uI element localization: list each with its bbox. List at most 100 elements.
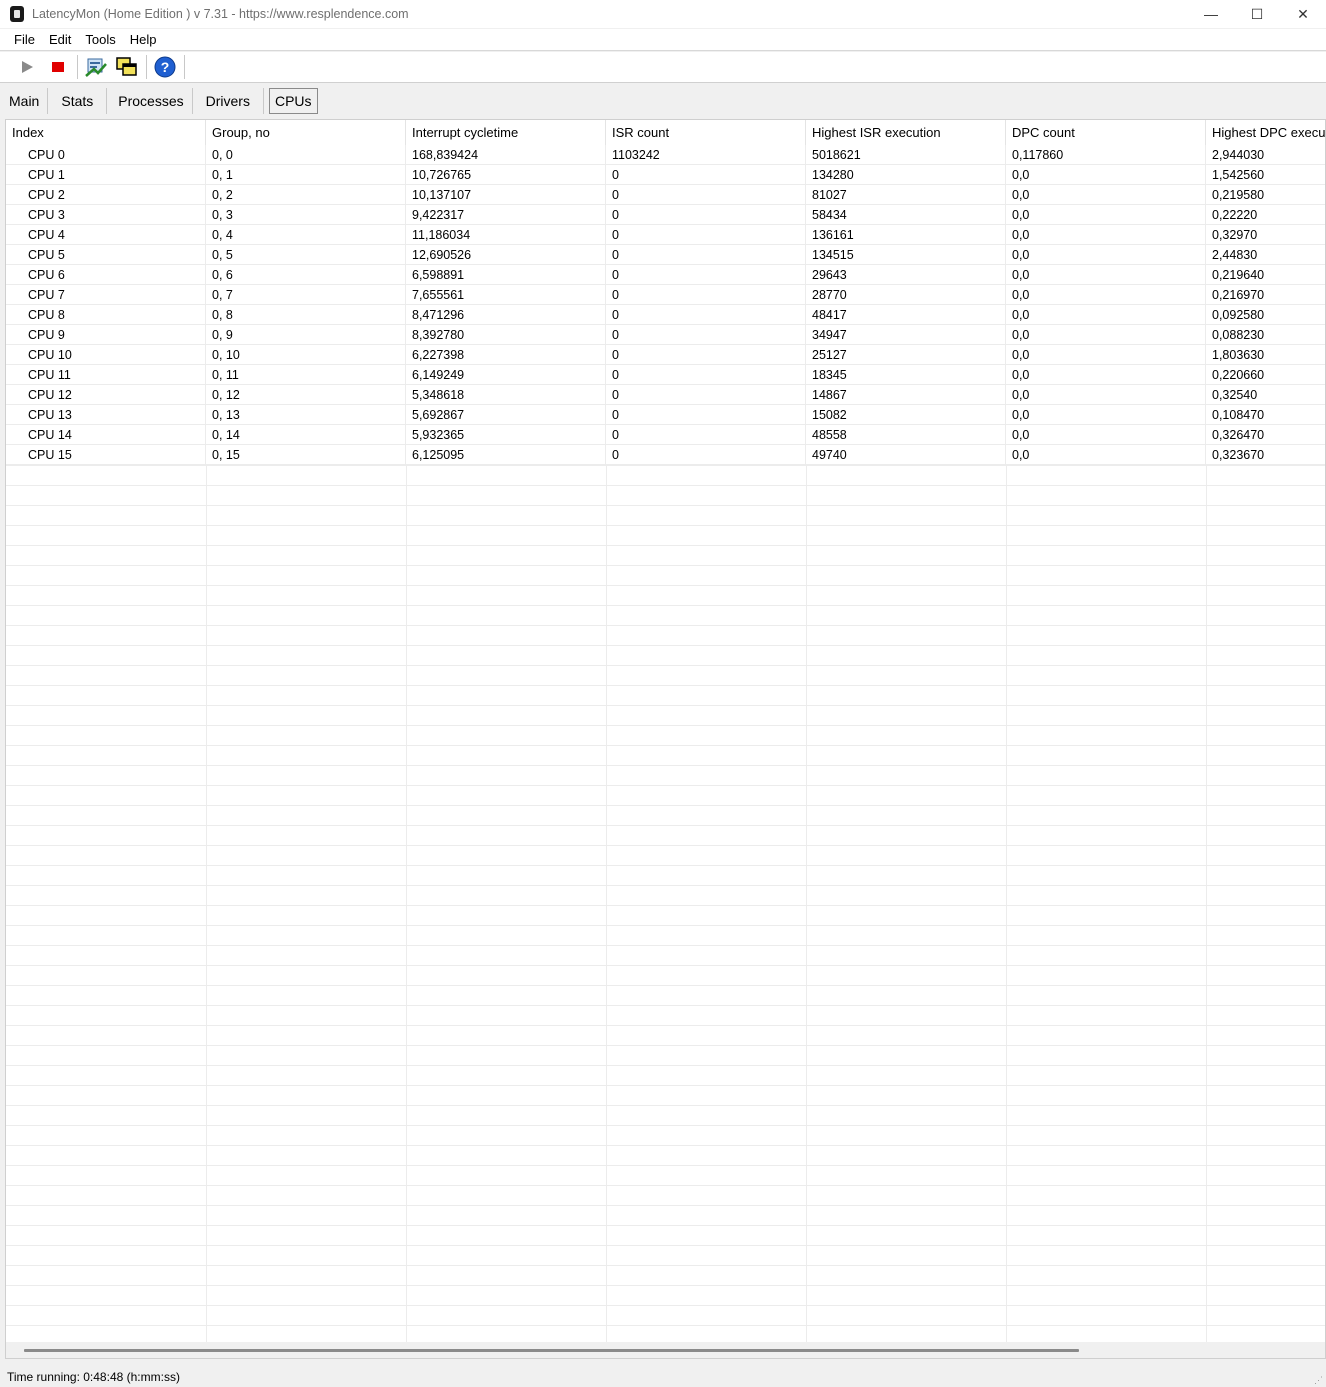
scrollbar-thumb[interactable] — [24, 1349, 1079, 1352]
table-cell: 0 — [606, 185, 806, 205]
toolbar: ? — [0, 52, 1326, 83]
table-row[interactable]: CPU 13 0, 13 5,692867 0 15082 0,0 0,108470 — [6, 405, 1325, 425]
horizontal-scrollbar[interactable] — [6, 1342, 1325, 1358]
start-icon — [22, 61, 33, 73]
table-cell: 0 — [606, 385, 806, 405]
tab-processes[interactable]: Processes — [110, 88, 193, 114]
table-cell: 12,690526 — [406, 245, 606, 265]
report-button[interactable] — [83, 54, 109, 80]
tab-stats[interactable]: Stats — [51, 88, 108, 114]
table-cell: 0, 4 — [206, 225, 406, 245]
table-row[interactable]: CPU 1 0, 1 10,726765 0 134280 0,0 1,542560 — [6, 165, 1325, 185]
table-cell: 0 — [606, 285, 806, 305]
close-button[interactable]: ✕ — [1280, 0, 1326, 28]
table-cell: 0,0 — [1006, 445, 1206, 465]
table-cell: 0,0 — [1006, 245, 1206, 265]
table-row[interactable]: CPU 4 0, 4 11,186034 0 136161 0,0 0,32970 — [6, 225, 1325, 245]
column-header-highest-isr[interactable]: Highest ISR execution — [806, 120, 1006, 146]
column-header-interrupt-cycletime[interactable]: Interrupt cycletime — [406, 120, 606, 146]
tab-bar: Main Stats Processes Drivers CPUs — [0, 86, 1326, 116]
table-cell: 9,422317 — [406, 205, 606, 225]
table-cell: 0, 7 — [206, 285, 406, 305]
table-row[interactable]: CPU 7 0, 7 7,655561 0 28770 0,0 0,216970 — [6, 285, 1325, 305]
table-cell: 0, 2 — [206, 185, 406, 205]
table-cell: 0, 0 — [206, 145, 406, 165]
table-body: CPU 0 0, 0 168,839424 1103242 5018621 0,11786… — [6, 145, 1325, 465]
table-cell: 0 — [606, 365, 806, 385]
table-cell: 0 — [606, 345, 806, 365]
table-cell: 0,0 — [1006, 225, 1206, 245]
tab-main[interactable]: Main — [1, 88, 49, 114]
tab-drivers[interactable]: Drivers — [196, 88, 264, 114]
column-header-group[interactable]: Group, no — [206, 120, 406, 146]
menu-edit[interactable]: Edit — [44, 32, 76, 47]
table-cell: 0,117860 — [1006, 145, 1206, 165]
table-row[interactable]: CPU 9 0, 9 8,392780 0 34947 0,0 0,088230 — [6, 325, 1325, 345]
window-controls: — ☐ ✕ — [1188, 0, 1326, 28]
table-cell: 28770 — [806, 285, 1006, 305]
table-cell: CPU 3 — [6, 205, 206, 225]
table-row[interactable]: CPU 8 0, 8 8,471296 0 48417 0,0 0,092580 — [6, 305, 1325, 325]
table-cell: CPU 7 — [6, 285, 206, 305]
table-row[interactable]: CPU 12 0, 12 5,348618 0 14867 0,0 0,32540 — [6, 385, 1325, 405]
table-cell: 0 — [606, 165, 806, 185]
table-cell: 2,944030 — [1206, 145, 1325, 165]
table-cell: 0,32540 — [1206, 385, 1325, 405]
tab-cpus[interactable]: CPUs — [268, 88, 318, 114]
column-header-highest-dpc[interactable]: Highest DPC execu — [1206, 120, 1325, 146]
table-cell: CPU 12 — [6, 385, 206, 405]
help-button[interactable]: ? — [152, 54, 178, 80]
column-header-index[interactable]: Index — [6, 120, 206, 146]
table-row[interactable]: CPU 0 0, 0 168,839424 1103242 5018621 0,11786… — [6, 145, 1325, 165]
table-row[interactable]: CPU 15 0, 15 6,125095 0 49740 0,0 0,323670 — [6, 445, 1325, 465]
app-icon — [10, 6, 24, 22]
minimize-button[interactable]: — — [1188, 0, 1234, 28]
table-cell: 0, 10 — [206, 345, 406, 365]
stop-button[interactable] — [45, 54, 71, 80]
windows-button[interactable] — [114, 54, 140, 80]
menu-tools[interactable]: Tools — [80, 32, 120, 47]
windows-icon — [116, 57, 137, 76]
table-row[interactable]: CPU 14 0, 14 5,932365 0 48558 0,0 0,326470 — [6, 425, 1325, 445]
table-cell: 48558 — [806, 425, 1006, 445]
resize-grip-icon[interactable]: ⋰ — [1314, 1375, 1324, 1385]
table-cell: CPU 8 — [6, 305, 206, 325]
table-row[interactable]: CPU 6 0, 6 6,598891 0 29643 0,0 0,219640 — [6, 265, 1325, 285]
svg-text:?: ? — [161, 59, 170, 75]
table-cell: 0,108470 — [1206, 405, 1325, 425]
table-cell: 0,0 — [1006, 305, 1206, 325]
help-icon: ? — [154, 56, 176, 78]
table-row[interactable]: CPU 3 0, 3 9,422317 0 58434 0,0 0,22220 — [6, 205, 1325, 225]
window-title: LatencyMon (Home Edition ) v 7.31 - http… — [32, 7, 409, 21]
column-header-isr-count[interactable]: ISR count — [606, 120, 806, 146]
table-cell: 0, 11 — [206, 365, 406, 385]
table-row[interactable]: CPU 10 0, 10 6,227398 0 25127 0,0 1,803630 — [6, 345, 1325, 365]
start-button[interactable] — [14, 54, 40, 80]
table-cell: 5,932365 — [406, 425, 606, 445]
table-cell: 0, 3 — [206, 205, 406, 225]
stop-icon — [52, 62, 64, 72]
table-cell: CPU 10 — [6, 345, 206, 365]
table-cell: 0, 9 — [206, 325, 406, 345]
table-cell: 0, 8 — [206, 305, 406, 325]
menu-file[interactable]: File — [9, 32, 40, 47]
table-cell: 6,598891 — [406, 265, 606, 285]
menu-help[interactable]: Help — [125, 32, 162, 47]
table-cell: 0 — [606, 305, 806, 325]
table-cell: 0 — [606, 245, 806, 265]
table-cell: 0,216970 — [1206, 285, 1325, 305]
table-cell: 0 — [606, 325, 806, 345]
maximize-button[interactable]: ☐ — [1234, 0, 1280, 28]
table-cell: CPU 14 — [6, 425, 206, 445]
table-cell: CPU 2 — [6, 185, 206, 205]
table-row[interactable]: CPU 5 0, 5 12,690526 0 134515 0,0 2,44830 — [6, 245, 1325, 265]
table-cell: 0,0 — [1006, 185, 1206, 205]
table-row[interactable]: CPU 2 0, 2 10,137107 0 81027 0,0 0,219580 — [6, 185, 1325, 205]
column-header-dpc-count[interactable]: DPC count — [1006, 120, 1206, 146]
table-cell: 0,0 — [1006, 425, 1206, 445]
table-cell: 18345 — [806, 365, 1006, 385]
table-cell: 0,0 — [1006, 165, 1206, 185]
table-cell: 5,692867 — [406, 405, 606, 425]
table-row[interactable]: CPU 11 0, 11 6,149249 0 18345 0,0 0,220660 — [6, 365, 1325, 385]
table-cell: 8,392780 — [406, 325, 606, 345]
